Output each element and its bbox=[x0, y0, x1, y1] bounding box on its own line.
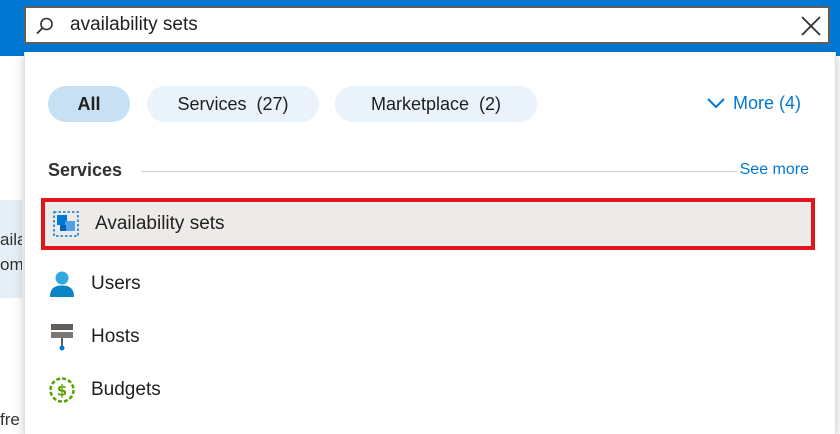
result-users[interactable]: Users bbox=[41, 258, 815, 310]
global-search-box[interactable] bbox=[24, 6, 830, 44]
result-label: Availability sets bbox=[95, 213, 225, 234]
filter-all-button[interactable]: All bbox=[48, 86, 130, 122]
close-icon[interactable] bbox=[800, 15, 822, 37]
more-filters-label: More (4) bbox=[732, 92, 801, 113]
filter-marketplace-button[interactable]: Marketplace (2) bbox=[335, 86, 537, 122]
search-icon bbox=[36, 17, 53, 34]
result-label: Users bbox=[91, 273, 141, 294]
result-availability-sets[interactable]: Availability sets bbox=[41, 198, 815, 250]
services-section-title: Services bbox=[48, 160, 123, 180]
search-results-panel: All Services (27) Marketplace (2) More (… bbox=[24, 52, 836, 434]
background-text: aila bbox=[0, 230, 22, 249]
background-text: om bbox=[0, 255, 22, 274]
search-input[interactable] bbox=[70, 12, 770, 38]
section-divider bbox=[141, 171, 737, 172]
availability-sets-icon bbox=[51, 209, 81, 239]
user-icon bbox=[47, 269, 77, 299]
chevron-down-icon bbox=[707, 98, 725, 109]
more-filters-button[interactable]: More (4) bbox=[707, 90, 801, 116]
result-hosts[interactable]: Hosts bbox=[41, 311, 815, 363]
result-budgets[interactable]: $ Budgets bbox=[41, 364, 815, 416]
budgets-icon: $ bbox=[47, 375, 77, 405]
background-text: fre bbox=[0, 410, 20, 429]
result-label: Hosts bbox=[91, 326, 140, 347]
see-more-link[interactable]: See more bbox=[740, 161, 809, 179]
hosts-icon bbox=[47, 322, 77, 352]
svg-text:$: $ bbox=[57, 382, 67, 400]
filter-services-button[interactable]: Services (27) bbox=[147, 86, 319, 122]
result-label: Budgets bbox=[91, 379, 161, 400]
